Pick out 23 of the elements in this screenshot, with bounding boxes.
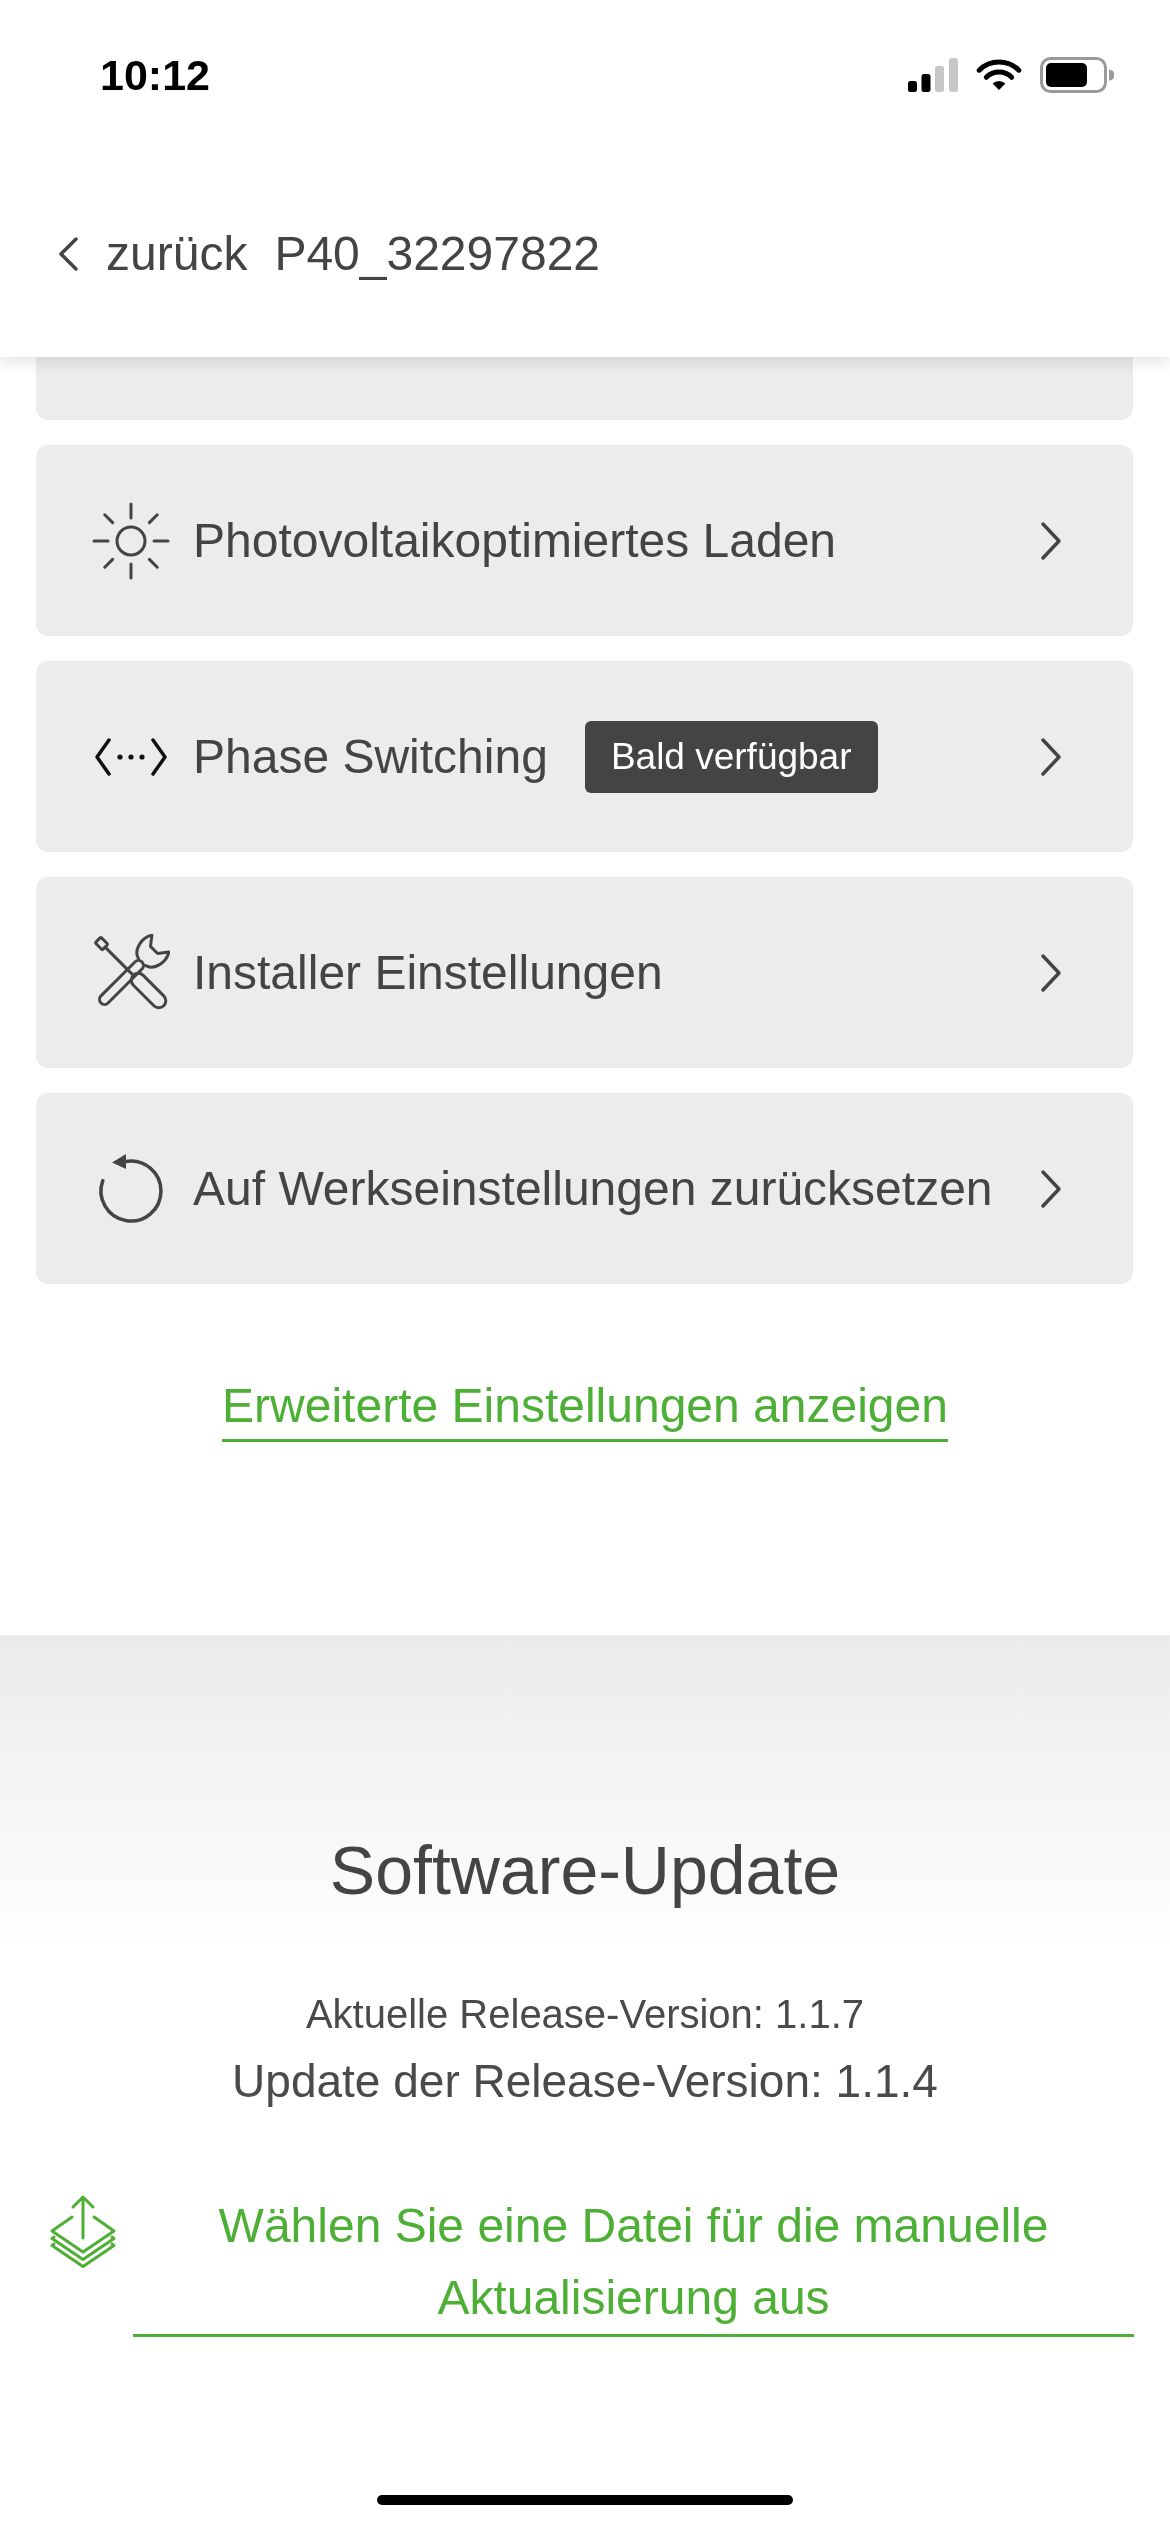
- section-title: Software-Update: [329, 1831, 841, 1910]
- settings-item[interactable]: [36, 357, 1133, 420]
- dotted-arrows-icon: [94, 736, 168, 777]
- settings-item[interactable]: Phase Switching Bald verfügbar: [36, 661, 1133, 852]
- chevron-right-icon: [1040, 952, 1062, 993]
- current-version-text: Aktuelle Release-Version: 1.1.7: [305, 1991, 865, 2038]
- update-version-text: Update der Release-Version: 1.1.4: [232, 2054, 938, 2109]
- battery-icon: [1040, 57, 1114, 93]
- settings-item[interactable]: Auf Werkseinstellungen zurücksetzen: [36, 1093, 1133, 1284]
- settings-item[interactable]: Installer Einstellungen: [36, 877, 1133, 1068]
- back-button[interactable]: zurück: [56, 226, 248, 281]
- chevron-right-icon: [1040, 736, 1062, 777]
- signal-icon: [908, 58, 958, 92]
- chevron-right-icon: [1040, 520, 1062, 561]
- chevron-right-icon: [1040, 1168, 1062, 1209]
- chevron-left-icon: [56, 235, 80, 272]
- status-time: 10:12: [100, 50, 210, 100]
- sun-icon: [92, 501, 170, 580]
- availability-badge: Bald verfügbar: [584, 720, 878, 793]
- settings-item[interactable]: Photovoltaikoptimiertes Laden: [36, 445, 1133, 636]
- upload-layers-icon: [49, 2194, 117, 2270]
- wrench-screwdriver-icon: [92, 933, 170, 1012]
- page-title: P40_32297822: [274, 226, 601, 281]
